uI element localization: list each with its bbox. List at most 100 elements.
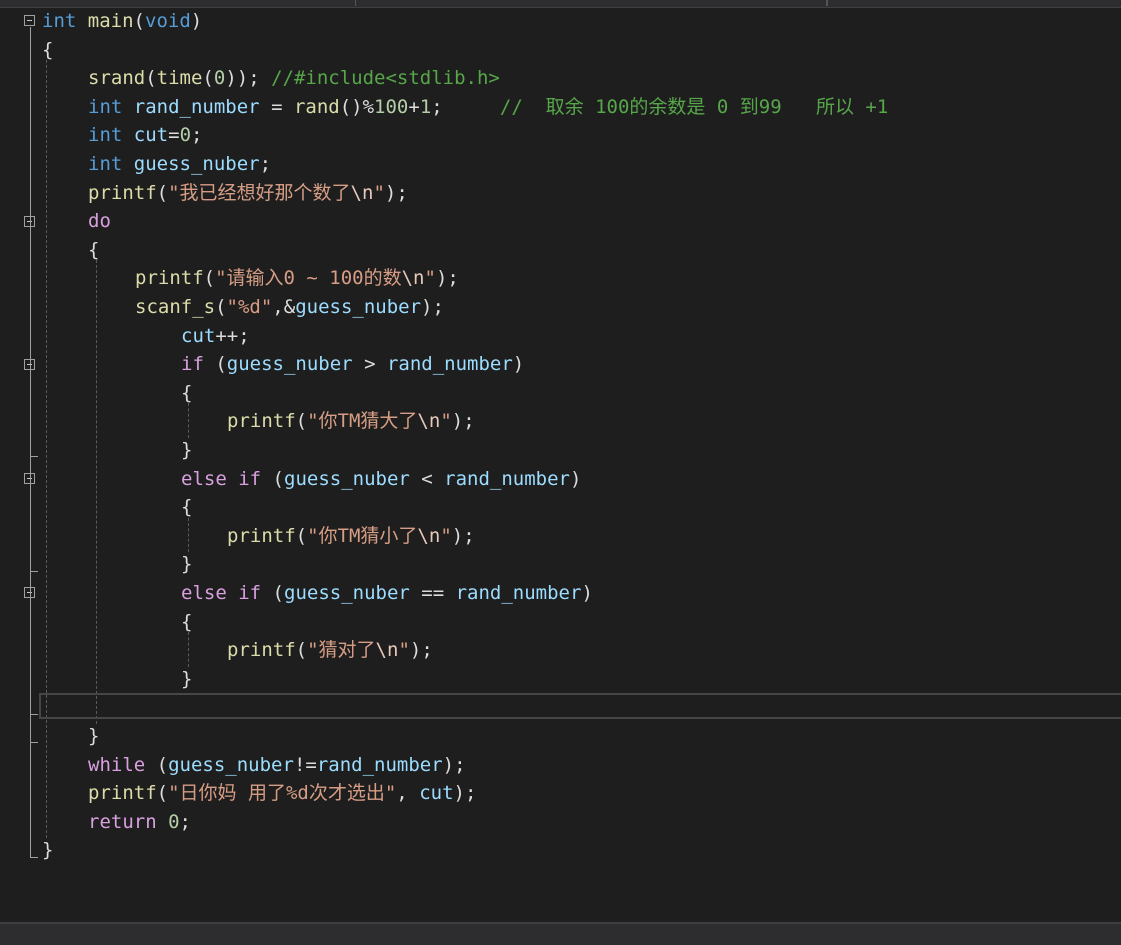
code-token: time bbox=[156, 67, 203, 90]
code-token: ; bbox=[259, 153, 272, 175]
code-token: ( bbox=[295, 524, 308, 547]
code-token: if bbox=[238, 582, 262, 604]
code-token: } bbox=[181, 667, 193, 690]
code-token: " bbox=[398, 639, 410, 662]
code-token: ++; bbox=[215, 324, 250, 347]
code-line: } bbox=[42, 836, 53, 865]
code-token: //#include<stdlib.h> bbox=[271, 67, 500, 90]
code-token: " bbox=[440, 410, 452, 433]
code-line: do bbox=[88, 207, 111, 236]
code-line: printf("我已经想好那个数了\n"); bbox=[88, 179, 408, 208]
code-token: guess_nuber bbox=[226, 353, 353, 376]
fold-bracket-line bbox=[30, 370, 31, 457]
code-token: 1 bbox=[419, 95, 432, 118]
code-token: "猜对了 bbox=[307, 639, 376, 662]
code-token: scanf_s bbox=[135, 296, 216, 318]
code-line: cut++; bbox=[181, 322, 250, 351]
code-token: guess_nuber bbox=[284, 467, 410, 490]
code-token: ) bbox=[570, 467, 582, 490]
code-token: { bbox=[42, 38, 54, 61]
code-token: "你TM猜大了 bbox=[307, 410, 418, 433]
code-token: printf bbox=[88, 782, 157, 805]
code-token: rand_number bbox=[455, 582, 582, 604]
code-token: "日你妈 用了%d次才选出" bbox=[168, 782, 397, 805]
code-line: { bbox=[181, 608, 192, 637]
code-token: ); bbox=[442, 753, 466, 776]
code-line: { bbox=[181, 379, 192, 408]
horizontal-scrollbar[interactable] bbox=[0, 922, 1121, 945]
indent-guide bbox=[188, 403, 189, 438]
fold-bracket-end bbox=[30, 713, 38, 715]
code-token: ; bbox=[179, 810, 191, 833]
code-line: { bbox=[181, 493, 192, 522]
code-token: = bbox=[259, 95, 294, 118]
code-token: while bbox=[88, 753, 146, 776]
code-token: ) bbox=[190, 10, 203, 32]
code-token: = bbox=[168, 124, 180, 147]
code-token: 0 bbox=[179, 124, 192, 147]
code-line: printf("日你妈 用了%d次才选出", cut); bbox=[88, 779, 476, 808]
code-token: + bbox=[408, 95, 420, 118]
code-token: ); bbox=[451, 524, 475, 547]
editor-tab[interactable] bbox=[827, 0, 1121, 6]
code-token: // 取余 100的余数是 0 到99 所以 +1 bbox=[499, 95, 889, 118]
indent-guide bbox=[188, 632, 189, 667]
indent-guide bbox=[96, 260, 97, 724]
code-token: printf bbox=[227, 639, 296, 662]
code-token: ); bbox=[435, 267, 459, 290]
code-token: ; bbox=[191, 124, 203, 147]
code-token: ()% bbox=[339, 95, 375, 118]
code-token: rand_number bbox=[444, 467, 571, 490]
fold-bracket-end bbox=[30, 570, 38, 572]
code-line: srand(time(0)); //#include<stdlib.h> bbox=[88, 64, 500, 93]
code-line: } bbox=[181, 436, 192, 465]
code-token: \n bbox=[417, 410, 441, 433]
code-token: rand_number bbox=[386, 353, 513, 376]
code-token: ( bbox=[145, 67, 157, 90]
code-token: < bbox=[409, 467, 445, 490]
indent-guide bbox=[188, 517, 189, 553]
code-line: scanf_s("%d",&guess_nuber); bbox=[135, 293, 444, 322]
fold-bracket-end bbox=[30, 742, 38, 744]
code-token: , bbox=[396, 782, 420, 805]
code-token: { bbox=[181, 610, 193, 633]
code-line: { bbox=[42, 36, 53, 65]
code-editor[interactable]: int main(void){srand(time(0)); //#includ… bbox=[0, 7, 1121, 922]
code-token: } bbox=[181, 439, 193, 461]
fold-bracket-end bbox=[30, 456, 38, 458]
code-token: printf bbox=[88, 181, 157, 204]
code-token: != bbox=[293, 753, 317, 776]
code-token: \n bbox=[417, 524, 441, 547]
fold-bracket-line bbox=[30, 484, 31, 571]
code-token: )); bbox=[225, 67, 272, 90]
code-token: ( bbox=[203, 267, 216, 290]
code-token: ) bbox=[581, 582, 593, 604]
code-token: guess_nuber bbox=[133, 153, 260, 175]
editor-tab[interactable] bbox=[355, 0, 827, 6]
code-token: ( bbox=[215, 296, 227, 318]
code-line: printf("猜对了\n"); bbox=[227, 636, 433, 665]
collapse-icon[interactable] bbox=[24, 15, 35, 27]
code-token: guess_nuber bbox=[295, 296, 422, 318]
code-token: "请输入0 ~ 100的数 bbox=[215, 267, 402, 290]
code-token: ( bbox=[156, 181, 169, 204]
code-token: ( bbox=[295, 410, 308, 433]
code-token: ; bbox=[431, 95, 500, 118]
code-token: ( bbox=[261, 467, 284, 490]
code-token: printf bbox=[227, 524, 296, 547]
code-token: "我已经想好那个数了 bbox=[168, 181, 351, 204]
code-token: 0 bbox=[168, 810, 180, 833]
code-token: { bbox=[88, 238, 100, 261]
code-token: "%d" bbox=[226, 296, 273, 318]
code-token: cut bbox=[419, 782, 454, 805]
code-line: printf("你TM猜小了\n"); bbox=[227, 522, 475, 551]
code-token: ( bbox=[156, 782, 169, 805]
code-token: int bbox=[88, 153, 123, 175]
code-line: int rand_number = rand()%100+1; // 取余 10… bbox=[88, 93, 888, 122]
code-line: else if (guess_nuber < rand_number) bbox=[181, 465, 581, 494]
code-token: ); bbox=[421, 296, 444, 318]
code-token: ( bbox=[295, 639, 308, 662]
